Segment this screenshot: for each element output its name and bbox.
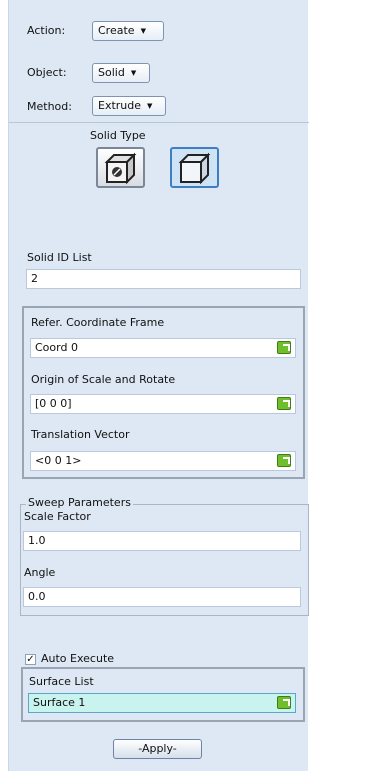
- object-value: Solid: [98, 66, 125, 79]
- scale-factor-input[interactable]: 1.0: [23, 531, 301, 551]
- solid-type-button-box[interactable]: [170, 147, 219, 188]
- sweep-legend: Sweep Parameters: [26, 496, 133, 509]
- solid-id-label: Solid ID List: [27, 251, 92, 264]
- solid-type-button-hole[interactable]: [96, 147, 145, 188]
- method-dropdown[interactable]: Extrude ▼: [92, 96, 166, 116]
- solid-type-label: Solid Type: [90, 129, 146, 142]
- translation-label: Translation Vector: [31, 428, 130, 441]
- origin-input[interactable]: [0 0 0]: [30, 394, 296, 414]
- coord-frame-input[interactable]: Coord 0: [30, 338, 296, 358]
- object-label: Object:: [27, 66, 67, 79]
- chevron-down-icon: ▼: [147, 102, 153, 110]
- action-label: Action:: [27, 24, 66, 37]
- method-label: Method:: [27, 100, 72, 113]
- coord-frame-label: Refer. Coordinate Frame: [31, 316, 165, 329]
- surface-list-input[interactable]: Surface 1: [28, 693, 296, 713]
- auto-execute-checkbox[interactable]: ✓: [25, 654, 36, 665]
- form-panel: Action: Create ▼ Object: Solid ▼ Method: E…: [8, 0, 309, 771]
- separator: [9, 122, 309, 123]
- action-value: Create: [98, 24, 135, 37]
- scale-factor-label: Scale Factor: [24, 510, 91, 523]
- chevron-down-icon: ▼: [130, 69, 137, 77]
- solid-box-icon: [178, 152, 210, 185]
- solid-id-input[interactable]: 2: [26, 269, 301, 289]
- object-dropdown[interactable]: Solid ▼: [92, 63, 150, 83]
- auto-execute-label: Auto Execute: [41, 652, 115, 665]
- angle-input[interactable]: 0.0: [23, 587, 301, 607]
- select-origin-icon[interactable]: [277, 397, 291, 410]
- method-value: Extrude: [98, 99, 142, 112]
- angle-label: Angle: [24, 566, 56, 579]
- select-surface-icon[interactable]: [277, 696, 291, 709]
- apply-button[interactable]: -Apply-: [113, 739, 202, 759]
- surface-list-label: Surface List: [29, 675, 94, 688]
- select-vector-icon[interactable]: [277, 454, 291, 467]
- chevron-down-icon: ▼: [140, 27, 146, 35]
- origin-label: Origin of Scale and Rotate: [31, 373, 176, 386]
- solid-with-hole-icon: [104, 152, 136, 185]
- action-dropdown[interactable]: Create ▼: [92, 21, 164, 41]
- select-coord-icon[interactable]: [277, 341, 291, 354]
- translation-input[interactable]: <0 0 1>: [30, 451, 296, 471]
